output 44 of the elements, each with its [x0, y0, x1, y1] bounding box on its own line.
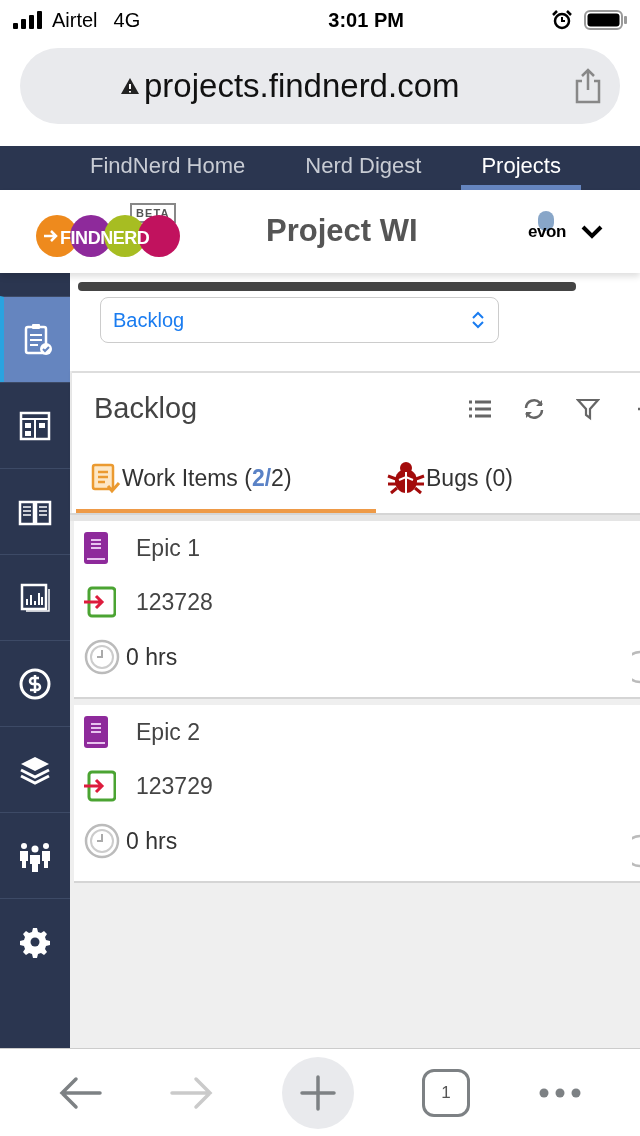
signal-icon	[12, 10, 44, 30]
battery-icon	[584, 10, 628, 30]
clock-icon	[84, 639, 120, 675]
company-logo: evon	[518, 208, 576, 255]
view-select[interactable]: Backlog	[100, 297, 499, 343]
updown-icon	[470, 310, 486, 330]
address-bar[interactable]: projects.findnerd.com	[20, 48, 620, 124]
entry-icon	[84, 770, 116, 802]
filter-icon[interactable]	[576, 397, 600, 421]
nav-tab[interactable]: Nerd Digest	[285, 146, 442, 190]
alarm-icon	[552, 10, 572, 30]
network-type: 4G	[113, 8, 141, 33]
clock-icon	[632, 833, 640, 869]
work-item-card[interactable]: Epic 2 123729 0 hrs	[74, 705, 640, 883]
arrow-right-icon	[44, 229, 58, 242]
carrier-name: Airtel	[52, 8, 98, 33]
bug-icon	[386, 460, 426, 496]
document-check-icon	[90, 462, 122, 494]
clock-icon	[84, 823, 120, 859]
work-item-card[interactable]: Epic 1 123728 0 hrs	[74, 521, 640, 699]
clock-icon	[632, 649, 640, 685]
item-title: Epic 1	[136, 533, 200, 563]
project-title: Project WI	[266, 212, 418, 251]
warning-icon	[120, 76, 140, 96]
item-id: 123728	[136, 587, 213, 617]
back-arrow-icon[interactable]	[58, 1074, 102, 1111]
entry-icon	[84, 586, 116, 618]
book-icon	[84, 532, 108, 564]
tabs-button[interactable]: 1	[422, 1068, 470, 1117]
clock-time: 3:01 PM	[328, 8, 404, 33]
refresh-icon[interactable]	[522, 397, 546, 421]
item-hours: 0 hrs	[126, 642, 178, 672]
panel-title: Backlog	[94, 391, 198, 427]
tab[interactable]: Bugs (0)	[376, 451, 513, 513]
plus-icon	[300, 1074, 336, 1111]
book-icon	[84, 716, 108, 748]
item-hours: 0 hrs	[126, 826, 178, 856]
dollar-icon	[17, 666, 53, 702]
sidebar-item[interactable]	[0, 296, 70, 383]
item-title: Epic 2	[136, 717, 200, 747]
nav-tab[interactable]: FindNerd Home	[70, 146, 266, 190]
url-text: projects.findnerd.com	[144, 66, 460, 107]
list-icon[interactable]	[468, 399, 492, 419]
item-id: 123729	[136, 771, 213, 801]
